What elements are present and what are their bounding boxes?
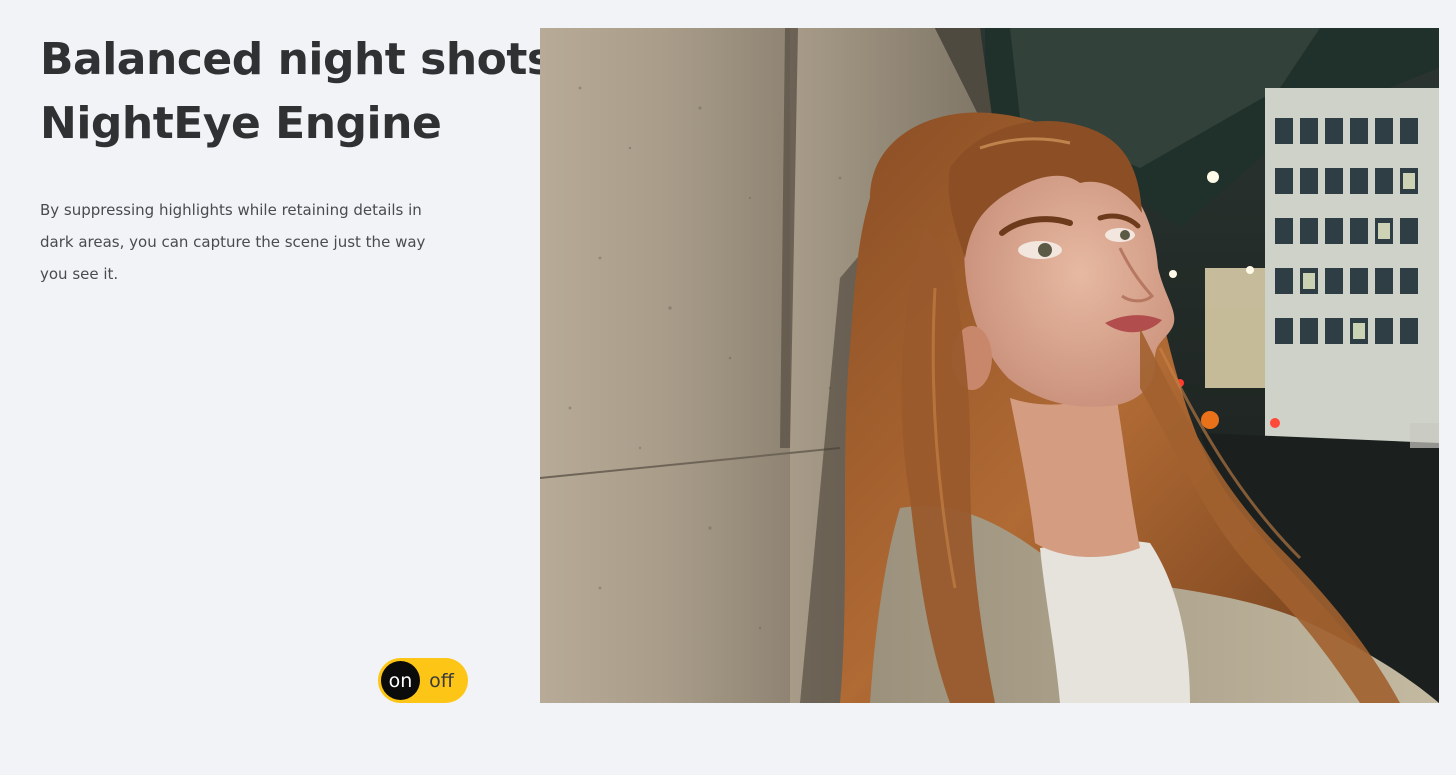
night-mode-on-off-toggle[interactable]: on off [378,658,468,703]
night-portrait-photo [540,28,1439,703]
stone-wall [540,28,790,703]
portrait-illustration [540,28,1439,703]
feature-headline: Balanced night shots. NightEye Engine [40,28,569,156]
toggle-on-knob[interactable]: on [381,661,420,700]
headline-line-2: NightEye Engine [40,98,442,149]
night-mode-feature-section: Balanced night shots. NightEye Engine By… [0,0,1456,775]
toggle-off-label[interactable]: off [420,670,465,692]
feature-copy: Balanced night shots. NightEye Engine By… [40,28,569,290]
headline-line-1: Balanced night shots. [40,34,569,85]
street-lamp [1207,171,1219,183]
feature-description: By suppressing highlights while retainin… [40,201,426,283]
